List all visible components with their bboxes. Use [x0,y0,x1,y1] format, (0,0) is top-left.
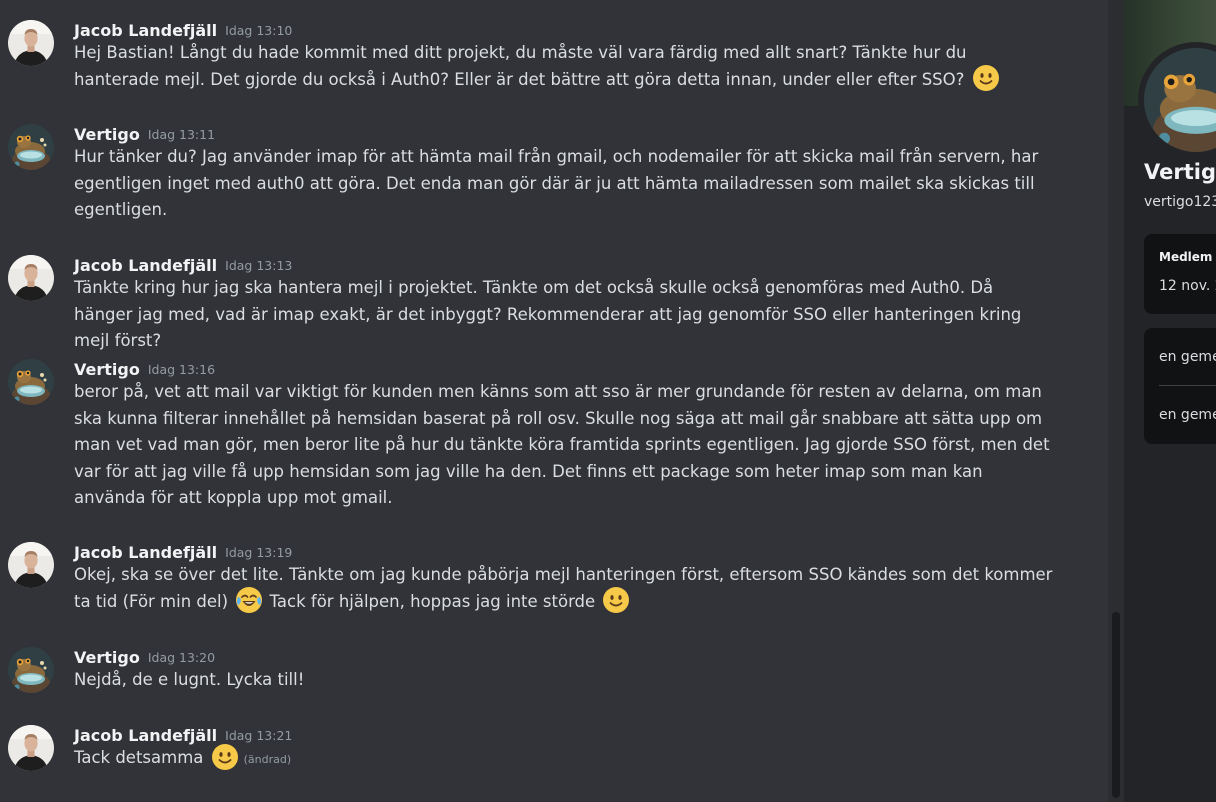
message-author[interactable]: Vertigo [74,647,140,669]
message-text: Tänkte kring hur jag ska hantera mejl i … [74,278,1022,350]
message-content: Tänkte kring hur jag ska hantera mejl i … [74,275,1054,355]
message-timestamp: Idag 13:20 [147,650,216,665]
avatar[interactable] [8,255,54,301]
slightly-smiling-face-emoji-icon [209,743,240,770]
message-header: Vertigo Idag 13:16 [74,359,215,381]
face-with-tears-of-joy-emoji-icon [233,587,264,613]
message-text: Tack för hjälpen, hoppas jag inte störde [264,591,601,611]
member-since-card: Medlem s 12 nov. 2 [1144,234,1216,314]
scrollbar-thumb[interactable] [1112,612,1120,798]
mutual-card: en geme en geme [1144,328,1216,444]
message-timestamp: Idag 13:11 [147,127,216,142]
avatar[interactable] [8,359,54,405]
message-timestamp: Idag 13:16 [147,362,216,377]
message-content: Hur tänker du? Jag använder imap för att… [74,144,1054,224]
mutual-friends-row[interactable]: en geme [1159,407,1216,423]
edited-label: (ändrad) [243,753,292,766]
message-author[interactable]: Jacob Landefjäll [74,255,217,277]
profile-display-name: Vertigo [1144,160,1216,184]
message-author[interactable]: Vertigo [74,359,140,381]
avatar[interactable] [8,542,54,588]
message-content: Okej, ska se över det lite. Tänkte om ja… [74,562,1054,615]
member-since-label: Medlem s [1159,250,1216,264]
message-timestamp: Idag 13:19 [225,545,293,560]
message-author[interactable]: Jacob Landefjäll [74,20,217,42]
message-author[interactable]: Jacob Landefjäll [74,725,217,747]
discord-window: Jacob Landefjäll Idag 13:10 Hej Bastian! L… [0,0,1216,802]
message-header: Jacob Landefjäll Idag 13:10 [74,20,292,42]
message-content: Hej Bastian! Långt du hade kommit med di… [74,40,1054,93]
frog-avatar-icon [1144,48,1216,152]
slightly-smiling-face-emoji-icon [600,587,631,613]
message-header: Jacob Landefjäll Idag 13:19 [74,542,292,564]
profile-username: vertigo123 [1144,194,1216,210]
mutual-servers-row[interactable]: en geme [1159,349,1216,365]
message-list-scrollbar[interactable] [1108,0,1124,802]
card-divider [1159,385,1216,386]
avatar[interactable] [8,725,54,771]
message-author[interactable]: Vertigo [74,124,140,146]
message-text: beror på, vet att mail var viktigt för k… [74,382,1050,507]
avatar[interactable] [8,20,54,66]
message-timestamp: Idag 13:13 [225,258,293,273]
message-text: Hur tänker du? Jag använder imap för att… [74,147,1039,219]
message-author[interactable]: Jacob Landefjäll [74,542,217,564]
member-since-value: 12 nov. 2 [1159,278,1216,294]
slightly-smiling-face-emoji-icon [970,65,1001,91]
message-text: Tack detsamma [74,748,209,767]
message-timestamp: Idag 13:10 [225,23,293,38]
message-header: Vertigo Idag 13:11 [74,124,215,146]
avatar[interactable] [8,647,54,693]
user-profile-panel: Vertigo vertigo123 Medlem s 12 nov. 2 en… [1124,0,1216,802]
message-content: Tack detsamma (ändrad) [74,743,1054,774]
message-header: Jacob Landefjäll Idag 13:13 [74,255,292,277]
message-text: Hej Bastian! Långt du hade kommit med di… [74,43,970,89]
message-header: Vertigo Idag 13:20 [74,647,215,669]
message-content: beror på, vet att mail var viktigt för k… [74,379,1054,512]
message-list: Jacob Landefjäll Idag 13:10 Hej Bastian! L… [0,0,1108,802]
message-text: Nejdå, de e lugnt. Lycka till! [74,670,305,689]
message-header: Jacob Landefjäll Idag 13:21 [74,725,292,747]
avatar[interactable] [8,124,54,170]
message-content: Nejdå, de e lugnt. Lycka till! [74,667,1054,694]
